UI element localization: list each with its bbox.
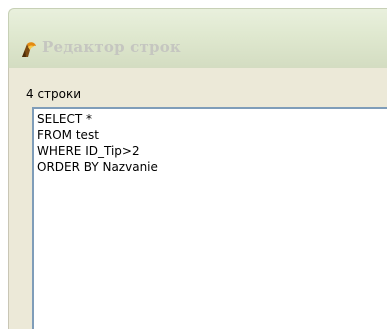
delphi-flame-icon [19,40,37,58]
memo-lines: SELECT * FROM test WHERE ID_Tip>2 ORDER … [37,111,158,175]
title-bar[interactable]: Редактор строк [8,8,387,69]
memo-line[interactable]: WHERE ID_Tip>2 [37,143,158,159]
memo-line[interactable]: FROM test [37,127,158,143]
window-title: Редактор строк [42,38,181,56]
memo-line[interactable]: ORDER BY Nazvanie [37,159,158,175]
memo-line[interactable]: SELECT * [37,111,158,127]
line-count-label: 4 строки [26,87,82,101]
strings-memo[interactable]: SELECT * FROM test WHERE ID_Tip>2 ORDER … [32,107,387,329]
string-list-editor-window: Редактор строк 4 строки SELECT * FROM te… [0,0,387,329]
